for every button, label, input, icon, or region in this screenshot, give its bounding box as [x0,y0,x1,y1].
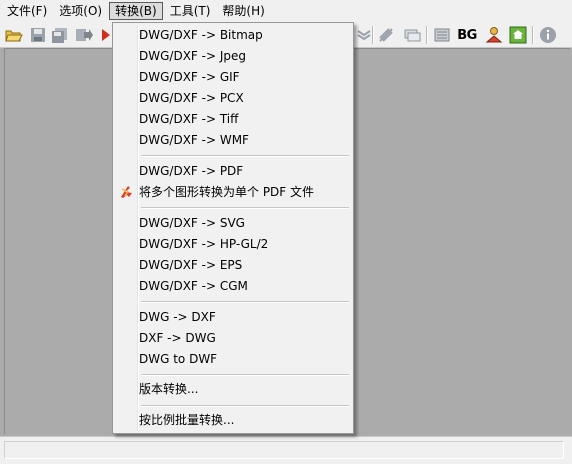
menu-help[interactable]: 帮助(H) [217,2,269,20]
menu-item-to-pcx[interactable]: DWG/DXF -> PCX [115,88,351,109]
menu-item-batch-scale-convert[interactable]: 按比例批量转换... [115,410,351,431]
menu-item-batch-pdf-label: 将多个图形转换为单个 PDF 文件 [139,185,315,199]
export-icon[interactable] [74,25,94,45]
save-all-icon[interactable] [50,25,70,45]
toolbar-separator [532,26,534,44]
background-color-label: BG [457,27,477,43]
menu-item-version-convert[interactable]: 版本转换... [115,379,351,400]
menu-item-to-eps[interactable]: DWG/DXF -> EPS [115,255,351,276]
convert-icon[interactable] [100,25,112,45]
menu-item-to-wmf[interactable]: DWG/DXF -> WMF [115,130,351,151]
status-pane [4,441,564,459]
convert-menu: DWG/DXF -> Bitmap DWG/DXF -> Jpeg DWG/DX… [112,22,354,434]
menu-separator [141,301,349,303]
menu-item-to-tiff[interactable]: DWG/DXF -> Tiff [115,109,351,130]
menu-file[interactable]: 文件(F) [2,2,52,20]
save-icon[interactable] [28,25,48,45]
menu-separator [141,207,349,209]
menu-item-dxf-to-dwg[interactable]: DXF -> DWG [115,328,351,349]
menu-item-to-gif[interactable]: DWG/DXF -> GIF [115,67,351,88]
layers-icon[interactable] [402,25,422,45]
reader-icon[interactable] [484,25,504,45]
hatch-tool-icon[interactable] [376,25,396,45]
menu-item-to-jpeg[interactable]: DWG/DXF -> Jpeg [115,46,351,67]
menu-item-to-svg[interactable]: DWG/DXF -> SVG [115,213,351,234]
menu-options[interactable]: 选项(O) [54,2,107,20]
home-icon[interactable] [508,25,528,45]
menu-tools[interactable]: 工具(T) [165,2,216,20]
menu-item-dwg-to-dxf[interactable]: DWG -> DXF [115,307,351,328]
menu-bar: 文件(F) 选项(O) 转换(B) 工具(T) 帮助(H) [0,0,572,22]
menu-item-batch-pdf[interactable]: 将多个图形转换为单个 PDF 文件 [115,182,351,203]
menu-separator [141,405,349,407]
layer-tool-icon[interactable] [354,25,374,45]
pdf-merge-icon [119,184,135,200]
menu-item-dwg-to-dwf[interactable]: DWG to DWF [115,349,351,370]
status-bar [0,436,572,464]
open-folder-icon[interactable] [4,25,24,45]
menu-convert[interactable]: 转换(B) [109,2,163,20]
monochrome-icon[interactable] [432,25,452,45]
menu-item-to-bitmap[interactable]: DWG/DXF -> Bitmap [115,25,351,46]
toolbar-separator [372,26,374,44]
toolbar-separator [426,26,428,44]
menu-separator [141,374,349,376]
menu-item-to-pdf[interactable]: DWG/DXF -> PDF [115,161,351,182]
menu-separator [141,155,349,157]
about-info-icon[interactable] [538,25,558,45]
menu-item-to-hpgl2[interactable]: DWG/DXF -> HP-GL/2 [115,234,351,255]
menu-item-to-cgm[interactable]: DWG/DXF -> CGM [115,276,351,297]
background-color-button[interactable]: BG [456,25,478,45]
